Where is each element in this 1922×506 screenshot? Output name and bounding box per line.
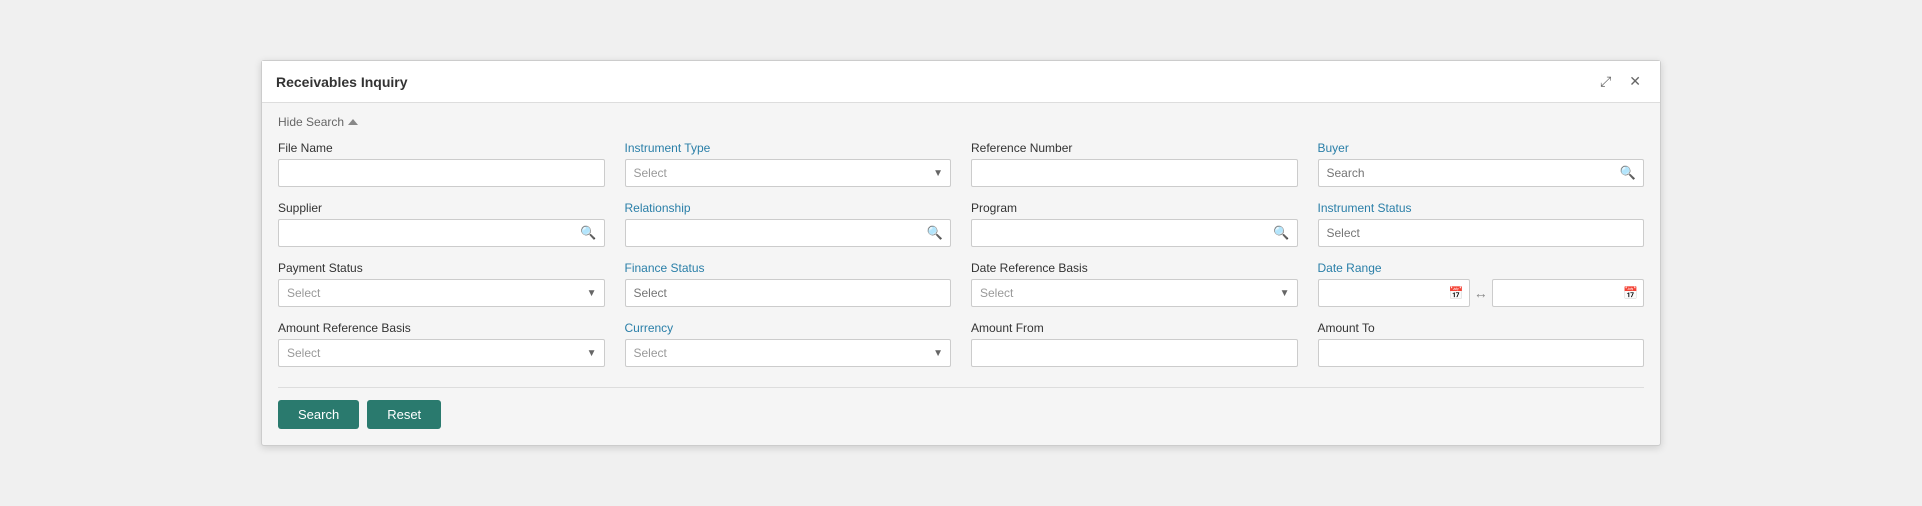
supplier-input[interactable] [278, 219, 605, 247]
title-bar: Receivables Inquiry ⤢ ✕ [262, 61, 1660, 103]
payment-status-label: Payment Status [278, 261, 605, 275]
amount-reference-basis-select-wrapper: Select ▼ [278, 339, 605, 367]
button-row: Search Reset [278, 400, 1644, 429]
date-reference-basis-select[interactable]: Select [971, 279, 1298, 307]
currency-select-wrapper: Select ▼ [625, 339, 952, 367]
amount-from-input[interactable] [971, 339, 1298, 367]
relationship-input[interactable] [625, 219, 952, 247]
instrument-type-select-wrapper: Select ▼ [625, 159, 952, 187]
date-range-group: Date Range 📅 ↔ 📅 [1318, 261, 1645, 307]
window-title: Receivables Inquiry [276, 74, 408, 90]
hide-search-toggle[interactable]: Hide Search [278, 115, 1644, 129]
search-form: File Name Supplier 🔍 Payment Status Sele… [278, 141, 1644, 381]
reset-button[interactable]: Reset [367, 400, 441, 429]
reference-number-group: Reference Number [971, 141, 1298, 187]
instrument-status-label: Instrument Status [1318, 201, 1645, 215]
hide-search-arrow-icon [348, 119, 358, 125]
payment-status-select[interactable]: Select [278, 279, 605, 307]
relationship-group: Relationship 🔍 [625, 201, 952, 247]
finance-status-label: Finance Status [625, 261, 952, 275]
reference-number-label: Reference Number [971, 141, 1298, 155]
payment-status-group: Payment Status Select ▼ [278, 261, 605, 307]
col2: Instrument Type Select ▼ Relationship 🔍 [625, 141, 952, 381]
date-reference-basis-label: Date Reference Basis [971, 261, 1298, 275]
supplier-group: Supplier 🔍 [278, 201, 605, 247]
relationship-input-wrapper: 🔍 [625, 219, 952, 247]
program-input[interactable] [971, 219, 1298, 247]
program-input-wrapper: 🔍 [971, 219, 1298, 247]
program-label: Program [971, 201, 1298, 215]
program-group: Program 🔍 [971, 201, 1298, 247]
date-to-wrap: 📅 [1492, 279, 1644, 307]
buyer-label: Buyer [1318, 141, 1645, 155]
content-area: Hide Search File Name Supplier 🔍 [262, 103, 1660, 445]
currency-select[interactable]: Select [625, 339, 952, 367]
buyer-input-wrapper: 🔍 [1318, 159, 1645, 187]
instrument-status-input[interactable] [1318, 219, 1645, 247]
instrument-status-group: Instrument Status [1318, 201, 1645, 247]
col4: Buyer 🔍 Instrument Status Date Range [1318, 141, 1645, 381]
relationship-label: Relationship [625, 201, 952, 215]
amount-reference-basis-group: Amount Reference Basis Select ▼ [278, 321, 605, 367]
window-controls: ⤢ ✕ [1595, 71, 1646, 92]
date-range-separator-icon: ↔ [1474, 285, 1488, 301]
file-name-label: File Name [278, 141, 605, 155]
finance-status-group: Finance Status [625, 261, 952, 307]
main-window: Receivables Inquiry ⤢ ✕ Hide Search File… [261, 60, 1661, 446]
form-divider [278, 387, 1644, 388]
date-reference-basis-select-wrapper: Select ▼ [971, 279, 1298, 307]
hide-search-label: Hide Search [278, 115, 344, 129]
currency-group: Currency Select ▼ [625, 321, 952, 367]
currency-label: Currency [625, 321, 952, 335]
expand-button[interactable]: ⤢ [1595, 71, 1616, 92]
date-to-input[interactable] [1492, 279, 1644, 307]
supplier-input-wrapper: 🔍 [278, 219, 605, 247]
col3: Reference Number Program 🔍 Date Referenc… [971, 141, 1298, 381]
buyer-group: Buyer 🔍 [1318, 141, 1645, 187]
amount-from-group: Amount From [971, 321, 1298, 367]
file-name-input[interactable] [278, 159, 605, 187]
date-reference-basis-group: Date Reference Basis Select ▼ [971, 261, 1298, 307]
finance-status-input[interactable] [625, 279, 952, 307]
amount-reference-basis-select[interactable]: Select [278, 339, 605, 367]
instrument-type-select[interactable]: Select [625, 159, 952, 187]
date-range-label: Date Range [1318, 261, 1645, 275]
instrument-type-group: Instrument Type Select ▼ [625, 141, 952, 187]
close-button[interactable]: ✕ [1624, 71, 1646, 92]
instrument-type-label: Instrument Type [625, 141, 952, 155]
payment-status-select-wrapper: Select ▼ [278, 279, 605, 307]
amount-reference-basis-label: Amount Reference Basis [278, 321, 605, 335]
supplier-label: Supplier [278, 201, 605, 215]
date-range-wrapper: 📅 ↔ 📅 [1318, 279, 1645, 307]
amount-from-label: Amount From [971, 321, 1298, 335]
buyer-input[interactable] [1318, 159, 1645, 187]
date-from-wrap: 📅 [1318, 279, 1470, 307]
col1: File Name Supplier 🔍 Payment Status Sele… [278, 141, 605, 381]
amount-to-group: Amount To [1318, 321, 1645, 367]
amount-to-input[interactable] [1318, 339, 1645, 367]
date-from-input[interactable] [1318, 279, 1470, 307]
file-name-group: File Name [278, 141, 605, 187]
amount-to-label: Amount To [1318, 321, 1645, 335]
search-button[interactable]: Search [278, 400, 359, 429]
reference-number-input[interactable] [971, 159, 1298, 187]
